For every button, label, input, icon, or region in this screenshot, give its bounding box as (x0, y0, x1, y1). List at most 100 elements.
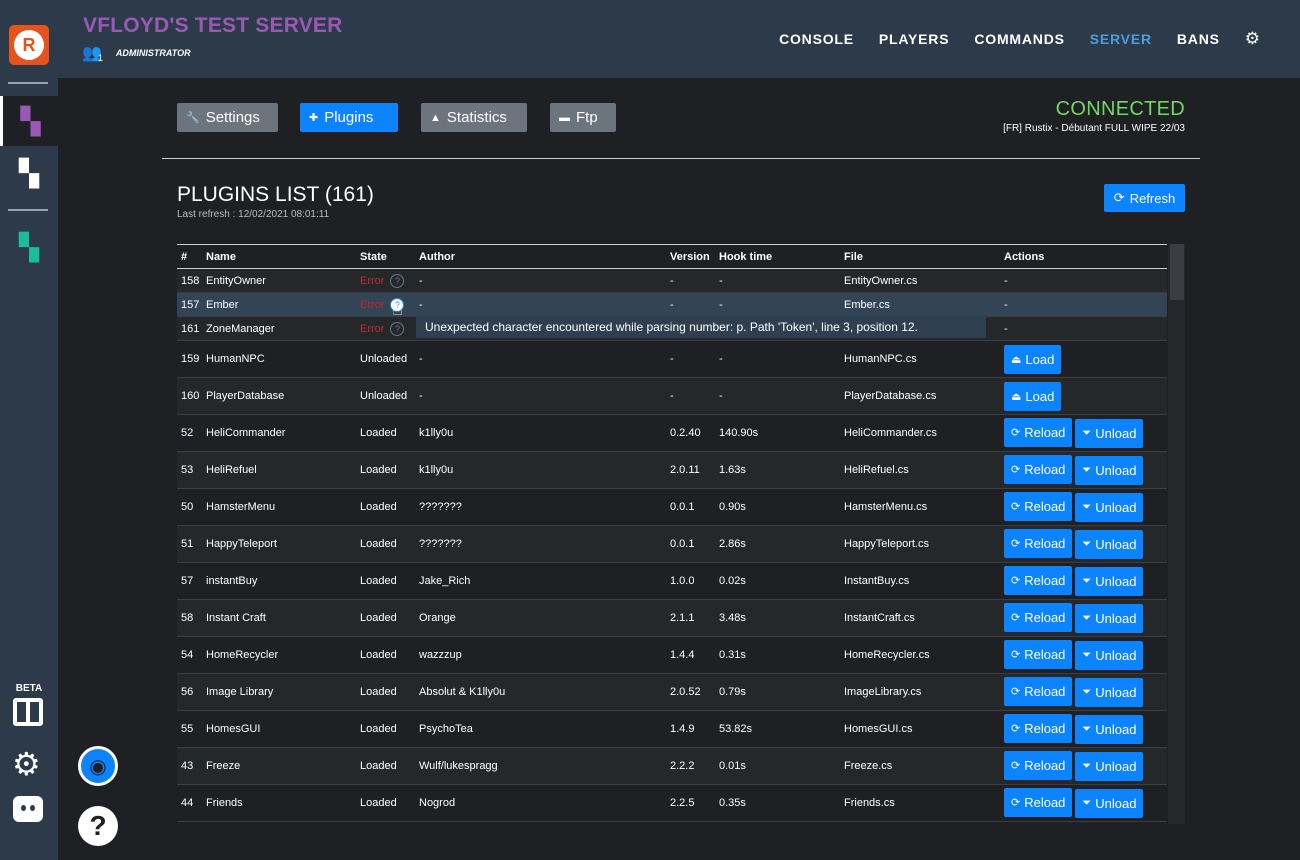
reload-button[interactable]: ⟳ Reload (1004, 529, 1073, 558)
cell-file: HumanNPC.cs (840, 340, 1000, 378)
unload-button[interactable]: ⏷ Unload (1075, 752, 1144, 781)
cell-id-text: 54 (181, 649, 194, 661)
sidebar-divider (8, 209, 48, 211)
unload-button[interactable]: ⏷ Unload (1075, 493, 1144, 522)
question-circle-icon[interactable]: ? (390, 273, 405, 288)
cell-name: HamsterMenu (202, 488, 356, 526)
cogs-icon[interactable]: ⚙ (1245, 29, 1260, 49)
help-icon[interactable]: ? (78, 806, 118, 846)
reload-button[interactable]: ⟳ Reload (1004, 455, 1073, 484)
refresh-button[interactable]: ⟳ Refresh (1104, 184, 1185, 212)
cell-actions: ⟳ Reload ⏷ Unload (1000, 562, 1167, 600)
nav-players[interactable]: PLAYERS (879, 31, 949, 47)
cell-actions: ⏏ Load (1000, 377, 1167, 415)
unload-button[interactable]: ⏷ Unload (1075, 530, 1144, 559)
cell-hook-time-text: - (719, 353, 723, 365)
cell-version-text: 2.0.11 (670, 464, 700, 476)
layout-columns-icon[interactable] (13, 698, 43, 726)
tab-plugins[interactable]: ✚ Plugins (300, 103, 398, 132)
cell-author-text: Jake_Rich (419, 575, 471, 587)
reload-button[interactable]: ⟳ Reload (1004, 418, 1073, 447)
unload-button[interactable]: ⏷ Unload (1075, 456, 1144, 485)
cell-file-text: HomeRecycler.cs (844, 649, 930, 661)
reload-button[interactable]: ⟳ Reload (1004, 566, 1073, 595)
cell-id: 52 (177, 414, 202, 452)
reload-button[interactable]: ⟳ Reload (1004, 677, 1073, 706)
discord-icon[interactable] (13, 796, 43, 822)
cell-version-text: - (670, 298, 674, 311)
sidebar-item-server-white[interactable]: ▚ (0, 148, 58, 198)
tab-ftp[interactable]: ▬ Ftp (550, 103, 616, 132)
cell-state: Unloaded (356, 340, 415, 378)
scrollbar-thumb[interactable] (1170, 244, 1184, 300)
cell-state: Loaded (356, 488, 415, 526)
cell-actions: - (1000, 292, 1167, 317)
reload-button[interactable]: ⟳ Reload (1004, 751, 1073, 780)
cell-hook-time-text: - (719, 274, 723, 287)
cell-hook-time-text: 0.35s (719, 797, 746, 809)
unload-button[interactable]: ⏷ Unload (1075, 641, 1144, 670)
nav-bans[interactable]: BANS (1177, 31, 1220, 47)
unload-button[interactable]: ⏷ Unload (1075, 789, 1144, 818)
reload-button[interactable]: ⟳ Reload (1004, 714, 1073, 743)
nav-server[interactable]: SERVER (1090, 31, 1152, 47)
unload-button[interactable]: ⏷ Unload (1075, 678, 1144, 707)
cell-actions: - (1000, 268, 1167, 293)
load-button[interactable]: ⏏ Load (1004, 344, 1062, 374)
unload-icon: ⏷ (1082, 538, 1092, 550)
cell-version: 1.4.4 (666, 636, 715, 674)
cell-author-text: - (419, 390, 423, 402)
globe-icon[interactable]: ◉ (78, 746, 118, 786)
question-circle-icon[interactable]: ? (390, 321, 405, 336)
cell-version: 2.2.5 (666, 784, 715, 822)
sidebar-item-server-purple[interactable]: ▚ (0, 96, 58, 146)
scrollbar-track[interactable] (1168, 244, 1185, 824)
sidebar-item-server-teal[interactable]: ▚ (0, 222, 58, 272)
tab-settings[interactable]: 🔧 Settings (177, 103, 278, 132)
cell-id-text: 57 (181, 575, 194, 587)
cell-version-text: 2.2.2 (670, 760, 695, 772)
table-row: 50 HamsterMenu Loaded??????? 0.0.1 0.90s Hams… (177, 488, 1167, 526)
cell-author: ??????? (415, 488, 666, 526)
cell-id-text: 53 (181, 464, 194, 476)
cell-state-text: Error (360, 274, 385, 287)
reload-button[interactable]: ⟳ Reload (1004, 603, 1073, 632)
cell-file-text: EntityOwner.cs (844, 274, 918, 287)
cell-actions: - (1000, 316, 1167, 341)
unload-button[interactable]: ⏷ Unload (1075, 567, 1144, 596)
unload-icon: ⏷ (1082, 649, 1092, 661)
cell-file: HamsterMenu.cs (840, 488, 1000, 526)
cell-file: HeliCommander.cs (840, 414, 1000, 452)
cell-author-text: ??????? (419, 538, 462, 550)
reload-button[interactable]: ⟳ Reload (1004, 788, 1073, 817)
cell-name: HeliRefuel (202, 451, 356, 489)
cell-version-text: - (670, 353, 674, 365)
chart-icon: ▲ (430, 111, 441, 124)
tab-statistics[interactable]: ▲ Statistics (421, 103, 527, 132)
nav-commands[interactable]: COMMANDS (974, 31, 1064, 47)
settings-gear-icon[interactable]: ⚙ (12, 745, 41, 783)
nav-console[interactable]: CONSOLE (779, 31, 854, 47)
unload-button[interactable]: ⏷ Unload (1075, 715, 1144, 744)
cell-author-text: Absolut & K1lly0u (419, 686, 506, 698)
rustadmin-logo-icon[interactable]: R (9, 25, 49, 65)
reload-button[interactable]: ⟳ Reload (1004, 640, 1073, 669)
cell-id-text: 56 (181, 686, 194, 698)
cell-name: HomesGUI (202, 710, 356, 748)
cell-author-text: Nogrod (419, 797, 456, 809)
col-state: State (356, 244, 415, 269)
reload-icon: ⟳ (1011, 760, 1021, 772)
cell-state-text: Loaded (360, 575, 397, 587)
cell-id-text: 161 (181, 322, 200, 335)
cell-file-text: Ember.cs (844, 298, 890, 311)
load-icon: ⏏ (1011, 390, 1022, 403)
tab-label: Plugins (324, 109, 374, 126)
reload-button[interactable]: ⟳ Reload (1004, 492, 1073, 521)
unload-button[interactable]: ⏷ Unload (1075, 419, 1144, 448)
cell-file: EntityOwner.cs (840, 268, 1000, 293)
load-button[interactable]: ⏏ Load (1004, 381, 1062, 411)
cell-author: Nogrod (415, 784, 666, 822)
cell-version-text: 2.1.1 (670, 612, 695, 624)
unload-button[interactable]: ⏷ Unload (1075, 604, 1144, 633)
cell-name-text: HappyTeleport (206, 538, 277, 550)
